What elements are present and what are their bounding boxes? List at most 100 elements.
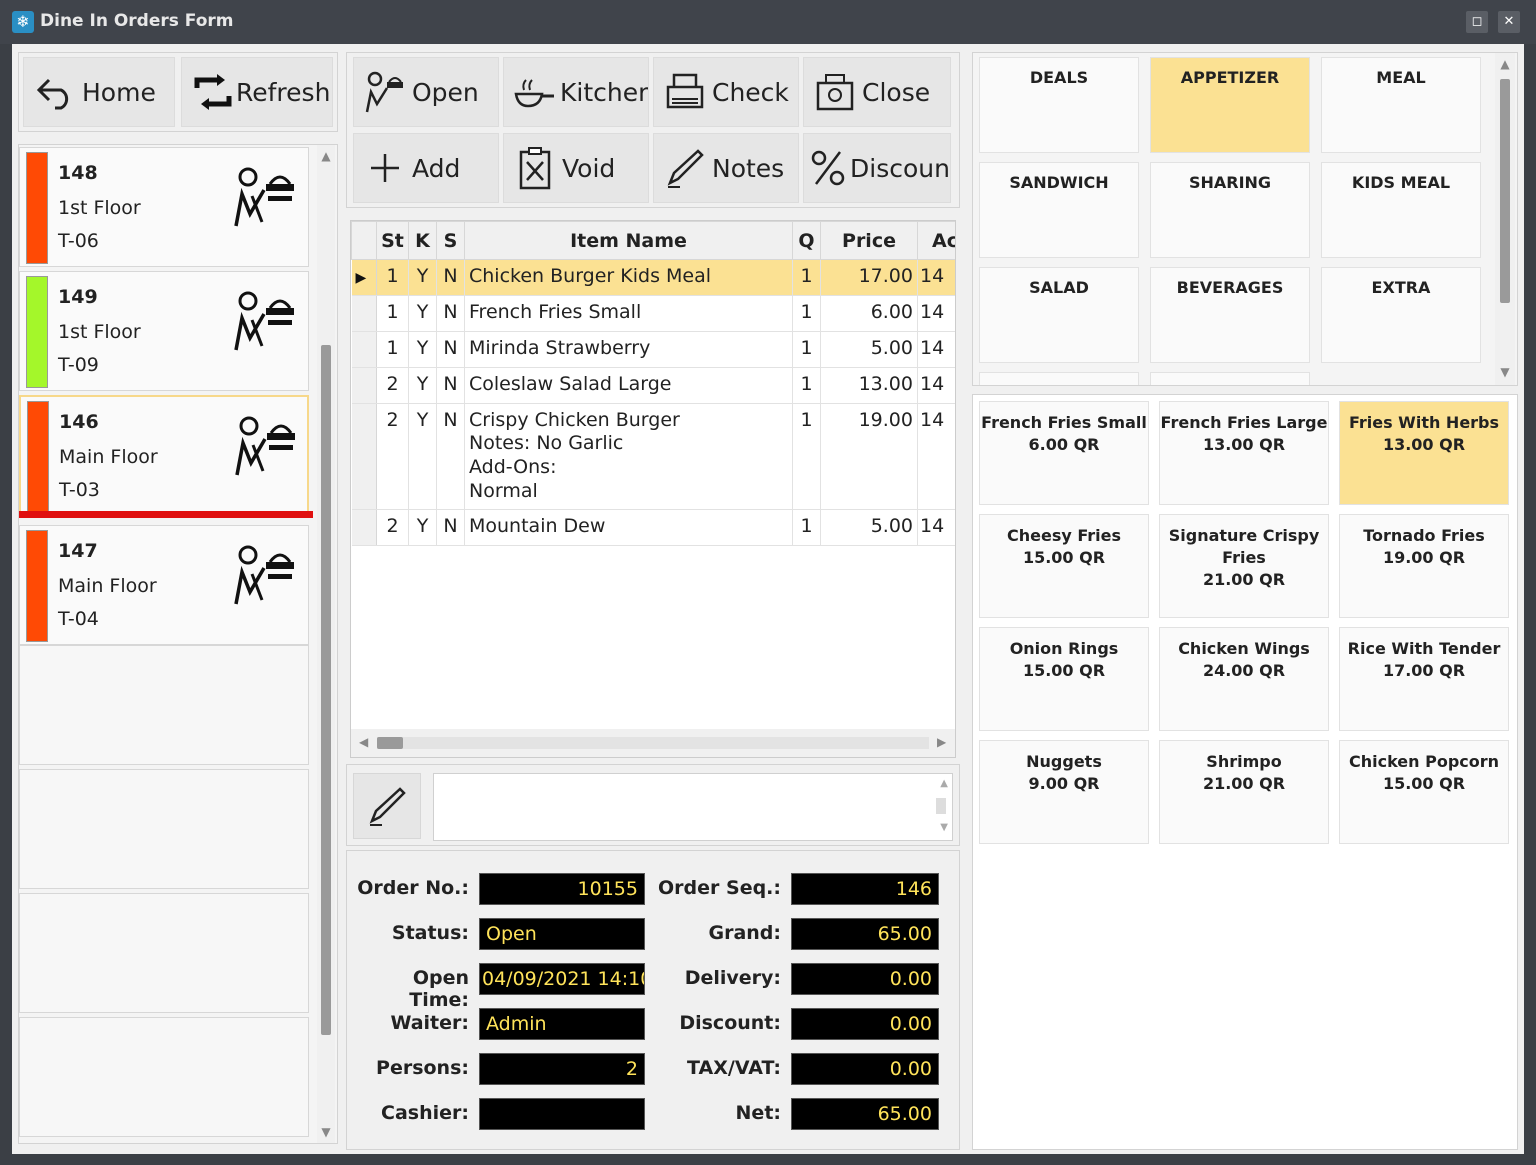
menu-item-button[interactable]: Tornado Fries 19.00 QR: [1339, 514, 1509, 618]
discount-button[interactable]: Discoun: [803, 133, 951, 203]
category-button[interactable]: SHARING: [1150, 162, 1310, 258]
menu-item-button[interactable]: Chicken Popcorn 15.00 QR: [1339, 740, 1509, 844]
grid-row[interactable]: ▶ 1 Y N Chicken Burger Kids Meal 1 17.00 14: [351, 259, 955, 296]
status-label: Status:: [391, 922, 469, 944]
menu-item-button[interactable]: Cheesy Fries 15.00 QR: [979, 514, 1149, 618]
menu-item-button[interactable]: Shrimpo 21.00 QR: [1159, 740, 1329, 844]
col-header-k[interactable]: K: [408, 221, 437, 260]
notes-button[interactable]: Notes: [653, 133, 799, 203]
order-card[interactable]: 148 1st Floor T-06: [19, 147, 309, 267]
notes-textarea[interactable]: ▲ ▼: [433, 773, 953, 841]
category-button[interactable]: KIDS MEAL: [1321, 162, 1481, 258]
item-name: Crispy Chicken Burger: [469, 409, 680, 431]
category-button[interactable]: SAUCES: [979, 372, 1139, 385]
col-header-item-name[interactable]: Item Name: [464, 221, 793, 260]
category-scroll-thumb[interactable]: [1500, 79, 1510, 303]
open-button[interactable]: Open: [353, 57, 499, 127]
cell-q: 1: [792, 403, 821, 510]
category-button[interactable]: SALAD: [979, 267, 1139, 363]
kitchen-label: Kitchen: [560, 77, 648, 107]
cell-ac: 14: [917, 509, 955, 546]
scroll-left-arrow[interactable]: ◀: [359, 735, 368, 749]
item-name: Mirinda Strawberry: [469, 337, 651, 359]
tax-value: 0.00: [791, 1053, 939, 1085]
close-window-button[interactable]: ✕: [1498, 11, 1520, 33]
refresh-button[interactable]: Refresh: [181, 57, 333, 127]
grid-row[interactable]: 2 Y N Crispy Chicken Burger Notes: No Garlic…: [351, 403, 955, 510]
scroll-thumb[interactable]: [321, 345, 331, 1035]
delivery-label: Delivery:: [684, 967, 781, 989]
menu-item-name: Rice With Tender: [1347, 639, 1501, 658]
check-button[interactable]: Check: [653, 57, 799, 127]
cell-item-name: Mountain Dew: [464, 509, 793, 546]
order-items-grid[interactable]: St K S Item Name Q Price Ac ▶ 1 Y N Chicken …: [350, 220, 956, 758]
notes-scroll-thumb[interactable]: [936, 798, 946, 814]
grid-hscrollbar[interactable]: ◀ ▶: [351, 729, 955, 757]
menu-item-price: 21.00 QR: [1202, 774, 1286, 793]
item-name: Chicken Burger Kids Meal: [469, 265, 712, 287]
scroll-down-arrow[interactable]: ▼: [317, 1125, 335, 1139]
hscroll-track[interactable]: [377, 737, 929, 749]
category-scroll-down[interactable]: ▼: [1495, 365, 1515, 379]
menu-item-button[interactable]: Nuggets 9.00 QR: [979, 740, 1149, 844]
persons-label: Persons:: [376, 1057, 469, 1079]
menu-item-button[interactable]: Onion Rings 15.00 QR: [979, 627, 1149, 731]
kitchen-button[interactable]: Kitchen: [503, 57, 649, 127]
order-card[interactable]: 149 1st Floor T-09: [19, 271, 309, 391]
menu-item-button[interactable]: Signature Crispy Fries 21.00 QR: [1159, 514, 1329, 618]
category-button[interactable]: EXTRA: [1321, 267, 1481, 363]
add-button[interactable]: Add: [353, 133, 499, 203]
scroll-right-arrow[interactable]: ▶: [937, 735, 946, 749]
grid-row[interactable]: 2 Y N Coleslaw Salad Large 1 13.00 14: [351, 367, 955, 404]
grid-row[interactable]: 1 Y N Mirinda Strawberry 1 5.00 14: [351, 331, 955, 368]
grid-row[interactable]: 2 Y N Mountain Dew 1 5.00 14: [351, 509, 955, 546]
grid-row[interactable]: 1 Y N French Fries Small 1 6.00 14: [351, 295, 955, 332]
row-header[interactable]: [351, 509, 377, 546]
cell-price: 6.00: [820, 295, 918, 332]
category-button[interactable]: APPETIZER: [1150, 57, 1310, 153]
col-header-q[interactable]: Q: [792, 221, 821, 260]
close-order-button[interactable]: Close: [803, 57, 951, 127]
order-list-scrollbar[interactable]: ▲ ▼: [317, 145, 335, 1143]
col-header-st[interactable]: St: [376, 221, 409, 260]
void-button[interactable]: Void: [503, 133, 649, 203]
menu-item-button[interactable]: Rice With Tender 17.00 QR: [1339, 627, 1509, 731]
col-header-ac[interactable]: Ac: [917, 221, 955, 260]
row-header[interactable]: [351, 331, 377, 368]
row-header[interactable]: [351, 367, 377, 404]
cell-k: Y: [408, 331, 437, 368]
col-header-s[interactable]: S: [436, 221, 465, 260]
notes-scroll-up[interactable]: ▲: [940, 778, 948, 789]
order-card[interactable]: 147 Main Floor T-04: [19, 525, 309, 645]
menu-item-button[interactable]: French Fries Small 6.00 QR: [979, 401, 1149, 505]
home-button[interactable]: Home: [23, 57, 175, 127]
row-header[interactable]: [351, 403, 377, 510]
category-button[interactable]: MEAL: [1321, 57, 1481, 153]
col-header-price[interactable]: Price: [820, 221, 918, 260]
menu-item-button[interactable]: French Fries Large 13.00 QR: [1159, 401, 1329, 505]
category-button[interactable]: SANDWICH: [979, 162, 1139, 258]
cell-q: 1: [792, 509, 821, 546]
hscroll-thumb[interactable]: [377, 737, 403, 749]
category-button[interactable]: DEALS: [979, 57, 1139, 153]
menu-item-button[interactable]: Fries With Herbs 13.00 QR: [1339, 401, 1509, 505]
maximize-button[interactable]: ◻: [1466, 11, 1488, 33]
category-scrollbar[interactable]: ▲ ▼: [1495, 53, 1515, 385]
category-grid: DEALS APPETIZER MEAL SANDWICH SHARING KIDS ME…: [973, 53, 1489, 385]
notes-edit-button[interactable]: [353, 773, 421, 839]
notes-scroll-down[interactable]: ▼: [940, 822, 948, 833]
menu-item-button[interactable]: Chicken Wings 24.00 QR: [1159, 627, 1329, 731]
row-header[interactable]: ▶: [351, 259, 377, 296]
category-button[interactable]: EXTRA SAUCE: [1150, 372, 1310, 385]
status-value: Open: [479, 918, 645, 950]
scroll-up-arrow[interactable]: ▲: [317, 149, 335, 163]
category-button[interactable]: BEVERAGES: [1150, 267, 1310, 363]
open-time-value: 04/09/2021 14:10: [479, 963, 645, 995]
category-scroll-up[interactable]: ▲: [1495, 57, 1515, 71]
cell-st: 1: [376, 331, 409, 368]
order-status-bar: [26, 276, 48, 388]
row-header-corner: [351, 221, 377, 260]
menu-item-price: 13.00 QR: [1382, 435, 1466, 454]
row-header[interactable]: [351, 295, 377, 332]
order-card[interactable]: 146 Main Floor T-03: [19, 395, 309, 515]
